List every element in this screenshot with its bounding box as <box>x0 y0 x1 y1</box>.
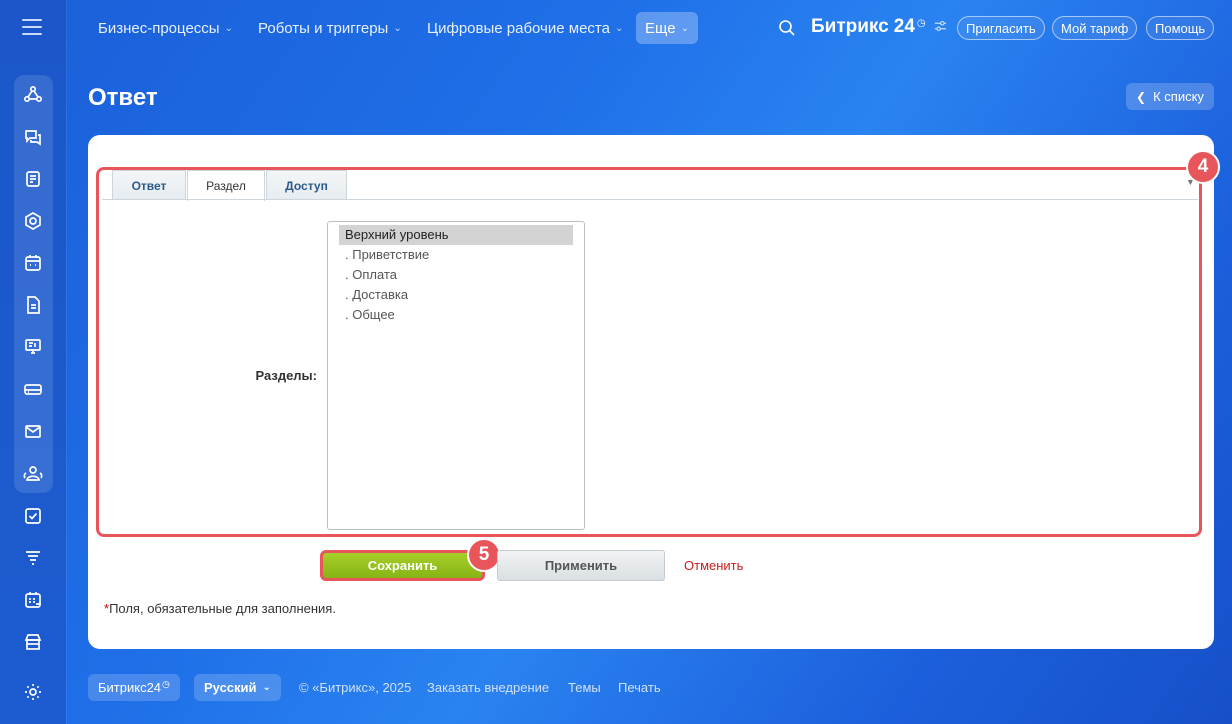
nav-business-processes[interactable]: Бизнес-процессы ⌄ <box>90 12 241 44</box>
chevron-left-icon: ❮ <box>1136 89 1147 104</box>
listbox-option[interactable]: . Приветствие <box>339 245 573 265</box>
apply-button[interactable]: Применить <box>497 550 665 581</box>
invite-label: Пригласить <box>966 20 1036 36</box>
copyright-text: © «Битрикс», 2025 <box>299 680 412 695</box>
presentation-icon[interactable] <box>22 336 44 358</box>
help-button[interactable]: Помощь <box>1146 16 1215 40</box>
tariff-label: Мой тариф <box>1061 20 1129 36</box>
chevron-down-icon: ⌄ <box>224 22 233 34</box>
settings-sliders-icon[interactable] <box>934 19 947 35</box>
back-label: К списку <box>1153 89 1204 104</box>
mail-icon[interactable] <box>22 420 44 442</box>
cancel-link[interactable]: Отменить <box>684 558 743 573</box>
top-nav: Бизнес-процессы ⌄ Роботы и триггеры ⌄ Ци… <box>66 0 1232 57</box>
clock-icon: ◷ <box>916 17 926 29</box>
calendar-icon[interactable] <box>22 252 44 274</box>
listbox-option[interactable]: . Оплата <box>339 265 573 285</box>
page-title: Ответ <box>88 84 158 111</box>
annotation-badge: 5 <box>467 538 501 572</box>
required-fields-note: *Поля, обязательные для заполнения. <box>104 601 336 616</box>
nav-label: Бизнес-процессы <box>98 19 220 37</box>
tab-label: Раздел <box>206 179 246 193</box>
left-rail <box>0 0 66 724</box>
nav-label: Роботы и триггеры <box>258 19 389 37</box>
listbox-option[interactable]: . Доставка <box>339 285 573 305</box>
drive-icon[interactable] <box>22 378 44 400</box>
document-icon[interactable] <box>22 294 44 316</box>
sections-listbox[interactable]: Верхний уровень . Приветствие . Оплата .… <box>327 221 585 530</box>
required-text: Поля, обязательные для заполнения. <box>109 601 336 616</box>
help-label: Помощь <box>1155 20 1206 36</box>
menu-icon[interactable] <box>22 19 42 37</box>
my-tariff-button[interactable]: Мой тариф <box>1052 16 1138 40</box>
listbox-option[interactable]: Верхний уровень <box>339 225 573 245</box>
save-label: Сохранить <box>367 558 438 573</box>
print-link[interactable]: Печать <box>618 680 661 695</box>
search-icon[interactable] <box>778 19 796 37</box>
tab-answer[interactable]: Ответ <box>112 170 186 200</box>
chevron-down-icon: ⌄ <box>393 22 402 34</box>
save-button[interactable]: Сохранить <box>320 550 485 581</box>
listbox-option[interactable]: . Общее <box>339 305 573 325</box>
brand-name: Битрикс <box>811 16 889 37</box>
nav-more-button[interactable]: Еще ⌄ <box>636 12 698 44</box>
back-to-list-button[interactable]: ❮ К списку <box>1126 83 1214 110</box>
tab-label: Ответ <box>131 178 167 193</box>
themes-link[interactable]: Темы <box>568 680 601 695</box>
language-selector[interactable]: Русский ⌄ <box>194 674 281 701</box>
store-icon[interactable] <box>22 631 44 653</box>
gear-icon[interactable] <box>22 681 44 703</box>
hexagon-icon[interactable] <box>22 210 44 232</box>
filter-icon[interactable] <box>22 547 44 569</box>
nav-label: Цифровые рабочие места <box>427 19 610 37</box>
chat-icon[interactable] <box>22 126 44 148</box>
invite-button[interactable]: Пригласить <box>957 16 1045 40</box>
apply-label: Применить <box>544 558 618 573</box>
brand-number: 24 <box>893 16 915 37</box>
footer-brand-button[interactable]: Битрикс24 ◷ <box>88 674 180 701</box>
brand-logo[interactable]: Битрикс 24 ◷ <box>811 16 947 38</box>
tab-label: Доступ <box>285 178 328 193</box>
tabs-divider <box>102 199 1198 200</box>
users-icon[interactable] <box>22 462 44 484</box>
sections-label: Разделы: <box>255 368 317 383</box>
language-label: Русский <box>204 680 257 695</box>
footer-brand-label: Битрикс24 <box>98 680 162 695</box>
nav-digital-workplaces[interactable]: Цифровые рабочие места ⌄ <box>419 12 631 44</box>
nav-robots-triggers[interactable]: Роботы и триггеры ⌄ <box>250 12 410 44</box>
annotation-badge: 4 <box>1186 150 1220 184</box>
clock-icon: ◷ <box>162 679 170 689</box>
tab-section[interactable]: Раздел <box>187 170 265 201</box>
tab-access[interactable]: Доступ <box>266 170 347 200</box>
chevron-down-icon: ⌄ <box>680 22 689 34</box>
chevron-down-icon: ⌄ <box>262 682 271 693</box>
nav-more-label: Еще <box>645 19 676 37</box>
chevron-down-icon: ⌄ <box>614 22 624 34</box>
automation-icon[interactable] <box>22 84 44 106</box>
planner-icon[interactable] <box>22 589 44 611</box>
order-implementation-link[interactable]: Заказать внедрение <box>427 680 549 695</box>
checkbox-icon[interactable] <box>22 505 44 527</box>
tasks-doc-icon[interactable] <box>22 168 44 190</box>
